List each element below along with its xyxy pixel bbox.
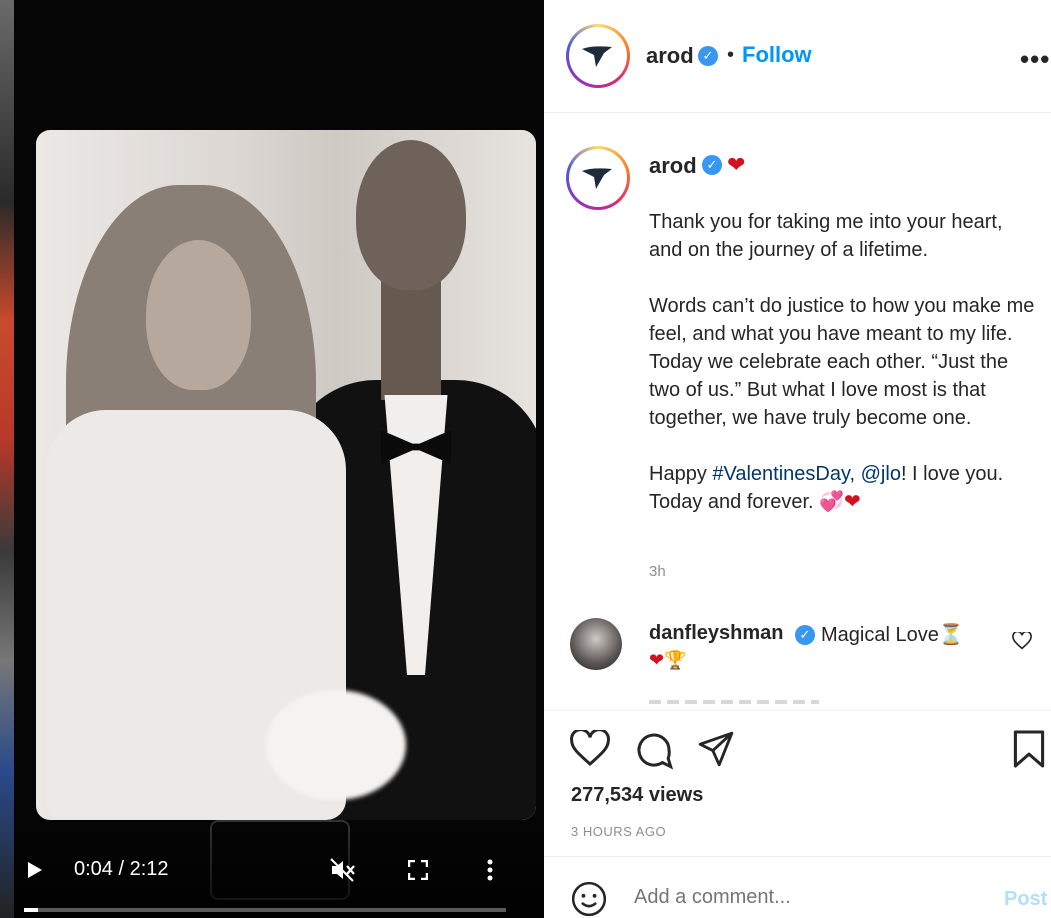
- comment-text: Magical Love⏳: [821, 624, 964, 646]
- comment-emoji: ❤🏆: [649, 650, 687, 670]
- header-username[interactable]: arod: [646, 43, 694, 69]
- comment-icon[interactable]: [634, 730, 674, 770]
- mention-link[interactable]: @jlo: [861, 463, 901, 485]
- caption-username[interactable]: arod: [649, 153, 697, 179]
- post-button[interactable]: Post: [1004, 888, 1047, 911]
- header-avatar[interactable]: [566, 24, 630, 88]
- avatar-logo-icon: [582, 46, 612, 67]
- video-time: 0:04 / 2:12: [74, 858, 169, 880]
- post-timestamp[interactable]: 3 HOURS AGO: [571, 824, 666, 839]
- caption-text: Thank you for taking me into your heart,…: [649, 208, 1039, 544]
- caption-paragraph-2: Words can’t do justice to how you make m…: [649, 295, 1035, 429]
- emoji-icon[interactable]: [570, 880, 608, 918]
- like-icon[interactable]: [570, 730, 610, 768]
- background-strip: [0, 0, 14, 918]
- header-separator: •: [727, 44, 735, 66]
- heart-emoji: ❤: [727, 152, 746, 177]
- video-progress-fill: [24, 908, 39, 912]
- caption-time[interactable]: 3h: [649, 563, 666, 580]
- hearts-emoji: 💞❤: [819, 491, 861, 513]
- video-frame: [36, 130, 536, 820]
- next-comment-fade: [649, 700, 819, 704]
- caption-avatar[interactable]: [566, 146, 630, 210]
- commenter-username[interactable]: danfleyshman: [649, 622, 783, 645]
- caption-paragraph-1: Thank you for taking me into your heart,…: [649, 211, 1003, 261]
- play-icon[interactable]: [28, 862, 42, 878]
- verified-badge-icon: ✓: [698, 46, 718, 66]
- fullscreen-icon[interactable]: [408, 860, 428, 880]
- view-count[interactable]: 277,534 views: [571, 784, 703, 807]
- follow-button[interactable]: Follow: [742, 42, 812, 68]
- post-panel: arod ✓ • Follow ••• arod ✓ ❤ Thank you f…: [544, 0, 1051, 918]
- verified-badge-icon: ✓: [795, 625, 815, 645]
- more-options-icon[interactable]: •••: [1020, 44, 1050, 75]
- verified-badge-icon: ✓: [702, 155, 722, 175]
- caption-paragraph-3: Happy #ValentinesDay, @jlo! I love you. …: [649, 463, 1004, 513]
- more-vertical-icon[interactable]: [486, 858, 494, 882]
- share-icon[interactable]: [696, 730, 736, 768]
- save-icon[interactable]: [1012, 728, 1046, 770]
- comment-input[interactable]: [634, 886, 974, 909]
- video-progress-bar[interactable]: [24, 908, 506, 912]
- hashtag-link[interactable]: #ValentinesDay,: [712, 463, 855, 485]
- mute-icon[interactable]: [330, 858, 356, 882]
- video-player[interactable]: [14, 0, 544, 918]
- commenter-avatar[interactable]: [570, 618, 622, 670]
- avatar-logo-icon: [582, 168, 612, 189]
- comment-like-icon[interactable]: [1012, 632, 1032, 650]
